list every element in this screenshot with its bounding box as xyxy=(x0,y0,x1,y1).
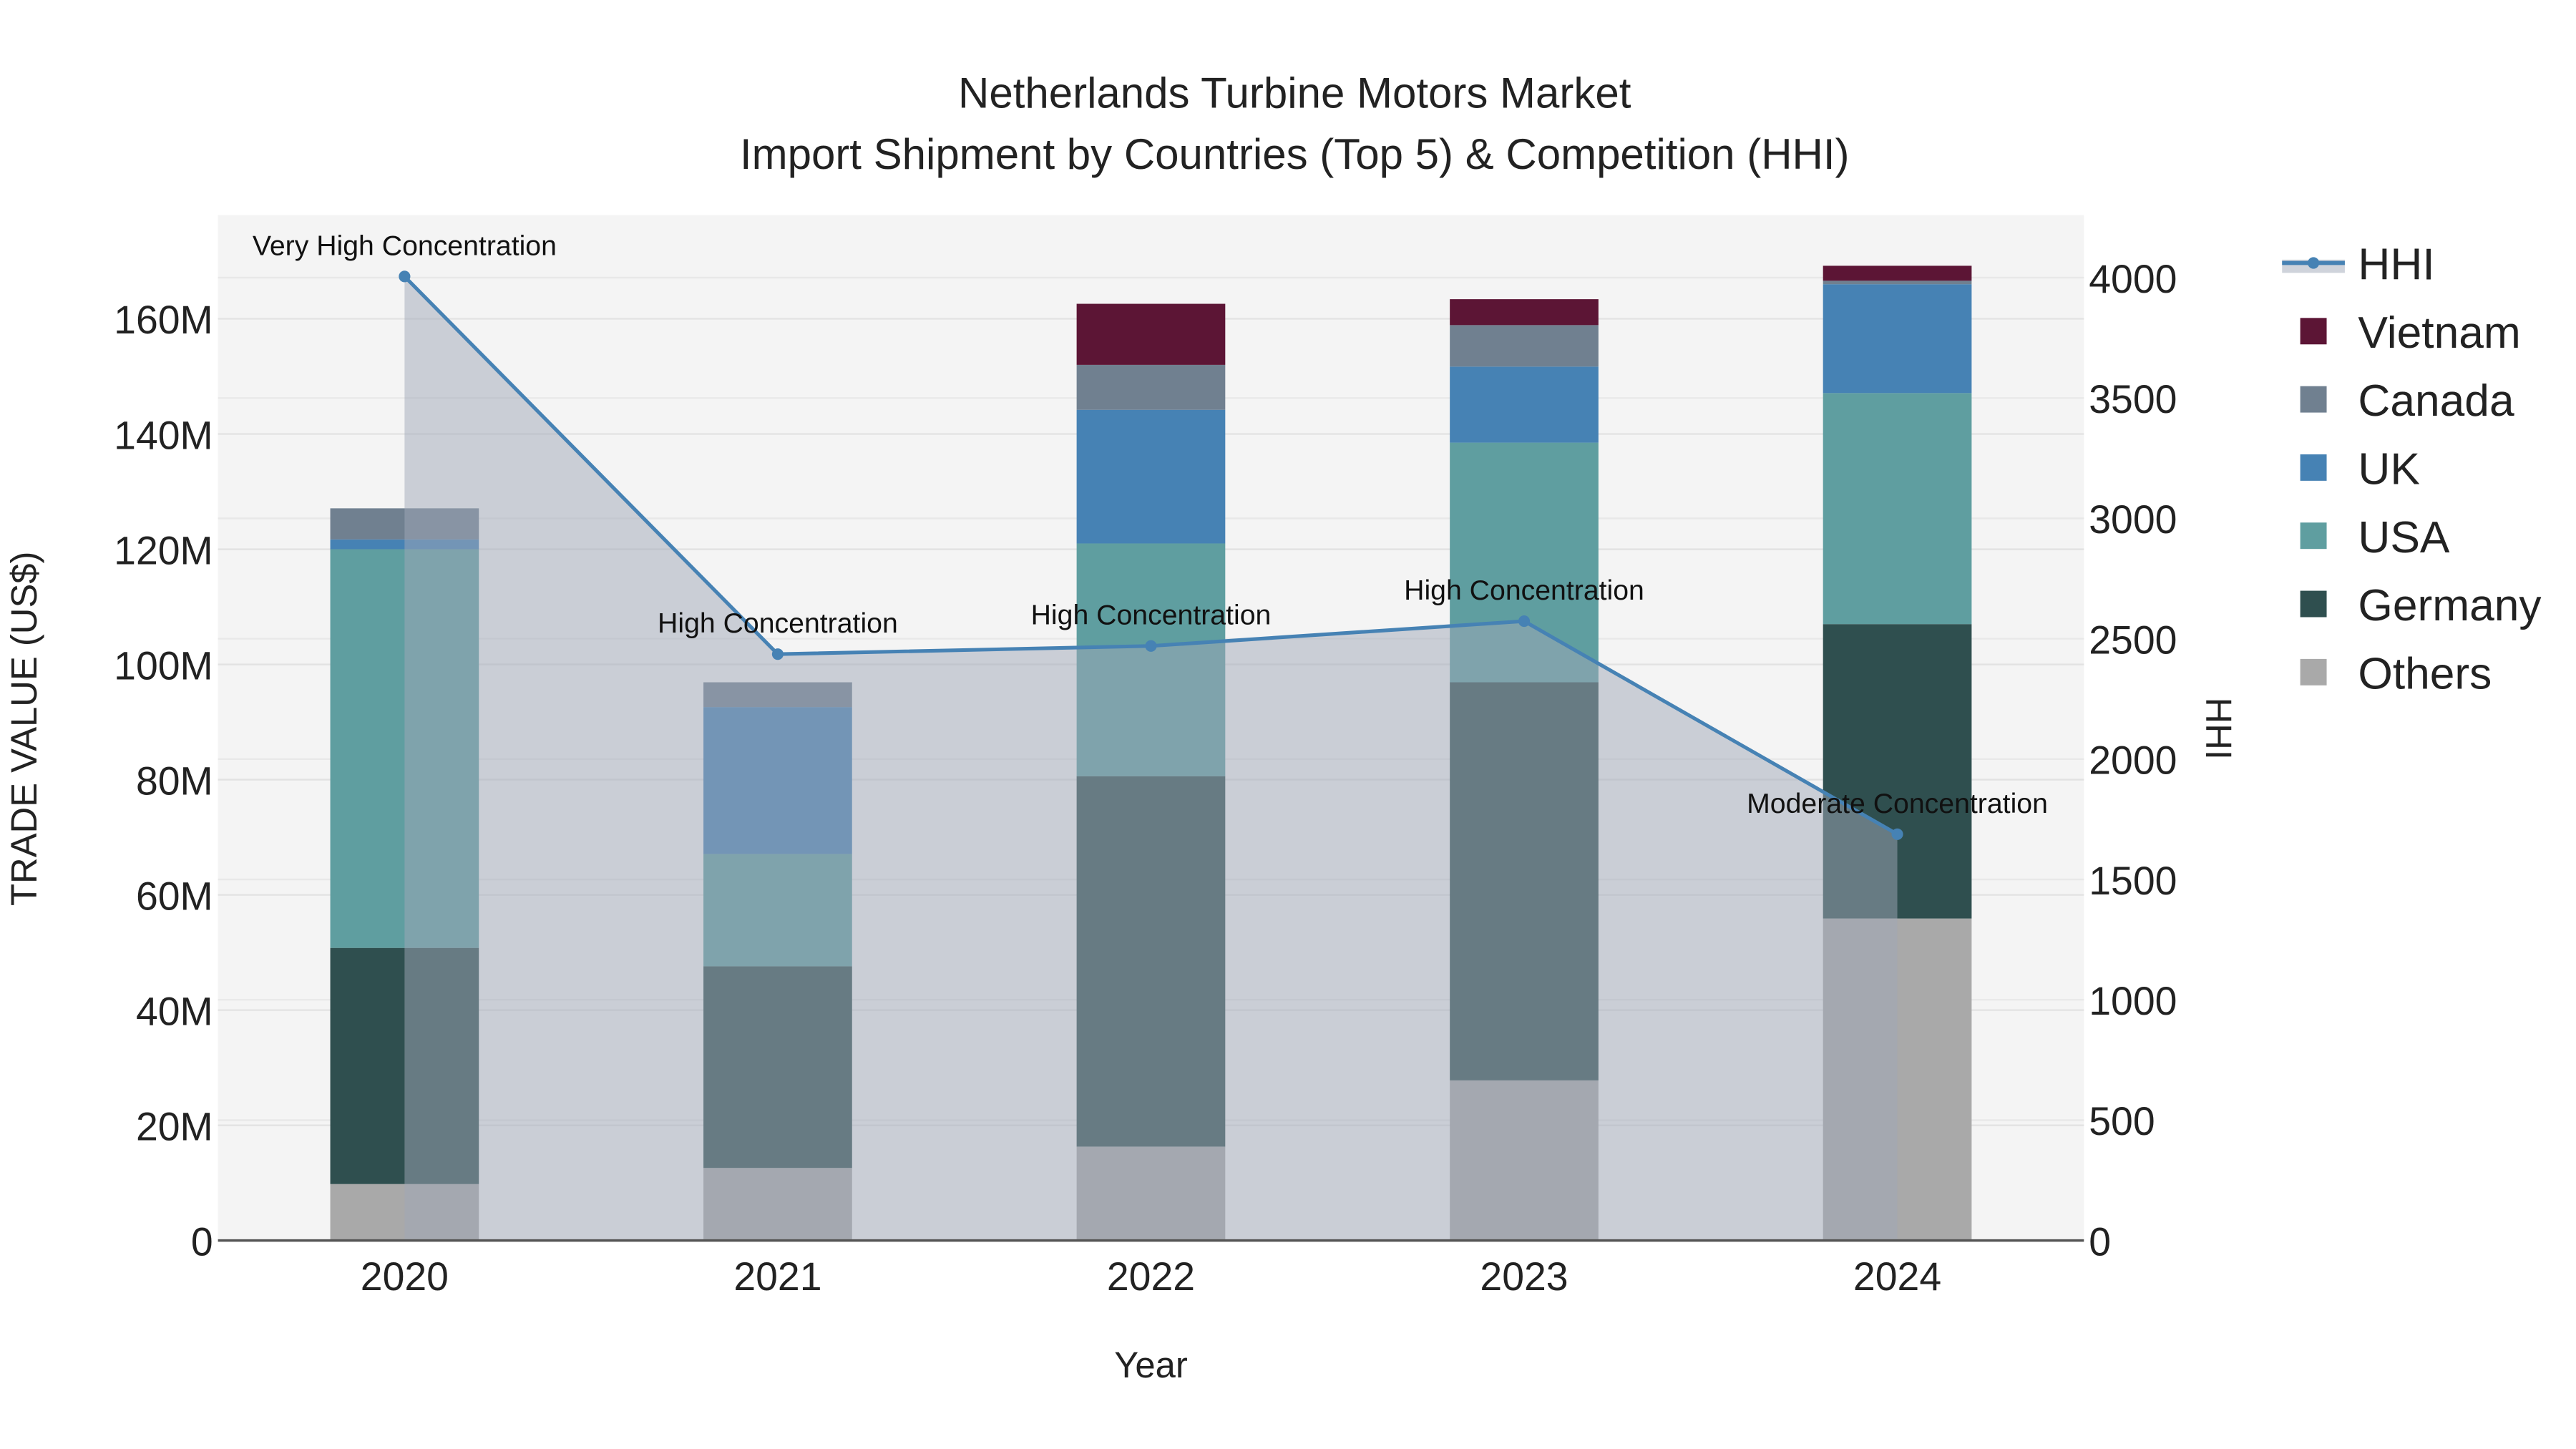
y-tick-label: 100M xyxy=(114,643,213,688)
y2-axis-title: HHI xyxy=(2198,698,2239,760)
bar-usa-2024 xyxy=(1823,393,1972,625)
y-tick-label: 20M xyxy=(136,1104,213,1148)
y-tick-label: 120M xyxy=(114,528,213,572)
hhi-annotation: Moderate Concentration xyxy=(1747,788,2048,819)
hhi-point xyxy=(399,270,411,283)
legend-label-germany: Germany xyxy=(2358,581,2542,630)
bar-canada-2023 xyxy=(1450,325,1599,367)
x-tick-label: 2024 xyxy=(1853,1254,1941,1299)
legend-swatch-usa xyxy=(2300,522,2327,550)
legend-label-usa: USA xyxy=(2358,513,2450,562)
legend-swatch-others xyxy=(2300,658,2327,686)
y-tick-label: 80M xyxy=(136,758,213,803)
hhi-annotation: High Concentration xyxy=(658,608,898,639)
y2-tick-label: 1000 xyxy=(2089,979,2177,1023)
x-tick-label: 2023 xyxy=(1480,1254,1568,1299)
legend-label-uk: UK xyxy=(2358,444,2420,494)
legend: HHI Vietnam Canada UK USA Germany Others xyxy=(2282,240,2542,698)
legend-label-vietnam: Vietnam xyxy=(2358,308,2520,358)
chart-title: Netherlands Turbine Motors Market xyxy=(958,69,1631,117)
y-axis-title: TRADE VALUE (US$) xyxy=(4,552,44,906)
bar-vietnam-2024 xyxy=(1823,265,1972,281)
y2-tick-label: 4000 xyxy=(2089,257,2177,301)
legend-swatch-vietnam xyxy=(2300,318,2327,345)
y-tick-label: 140M xyxy=(114,413,213,457)
y-tick-label: 0 xyxy=(191,1219,213,1264)
bar-vietnam-2023 xyxy=(1450,299,1599,326)
bar-uk-2024 xyxy=(1823,284,1972,394)
legend-swatch-germany xyxy=(2300,590,2327,618)
legend-label-hhi: HHI xyxy=(2358,240,2434,290)
hhi-point xyxy=(1518,615,1531,628)
bar-canada-2022 xyxy=(1076,364,1226,410)
y-tick-label: 160M xyxy=(114,298,213,342)
x-tick-label: 2021 xyxy=(733,1254,821,1299)
bar-vietnam-2022 xyxy=(1076,303,1226,365)
legend-swatch-canada xyxy=(2300,386,2327,413)
hhi-annotation: High Concentration xyxy=(1031,600,1272,631)
y2-tick-label: 1500 xyxy=(2089,859,2177,903)
hhi-annotation: Very High Concentration xyxy=(253,230,557,261)
chart: Netherlands Turbine Motors Market Import… xyxy=(4,69,2542,1386)
bar-canada-2024 xyxy=(1823,280,1972,285)
legend-label-canada: Canada xyxy=(2358,376,2514,426)
y2-tick-label: 2000 xyxy=(2089,738,2177,783)
y-tick-label: 40M xyxy=(136,989,213,1033)
y2-tick-label: 500 xyxy=(2089,1099,2155,1143)
legend-hhi-marker-icon xyxy=(2308,257,2320,269)
chart-subtitle: Import Shipment by Countries (Top 5) & C… xyxy=(740,130,1850,178)
bar-uk-2022 xyxy=(1076,409,1226,544)
x-tick-label: 2020 xyxy=(361,1254,449,1299)
bar-uk-2023 xyxy=(1450,366,1599,443)
y2-tick-label: 2500 xyxy=(2089,618,2177,662)
legend-label-others: Others xyxy=(2358,649,2492,698)
x-tick-label: 2022 xyxy=(1107,1254,1195,1299)
y2-tick-label: 3000 xyxy=(2089,497,2177,542)
hhi-point xyxy=(771,648,784,660)
x-axis-title: Year xyxy=(1114,1345,1188,1385)
y-tick-label: 60M xyxy=(136,874,213,918)
hhi-point xyxy=(1891,828,1903,840)
y2-tick-label: 3500 xyxy=(2089,377,2177,421)
hhi-point xyxy=(1145,640,1157,652)
legend-swatch-uk xyxy=(2300,454,2327,481)
hhi-annotation: High Concentration xyxy=(1404,575,1644,606)
y2-tick-label: 0 xyxy=(2089,1219,2111,1264)
